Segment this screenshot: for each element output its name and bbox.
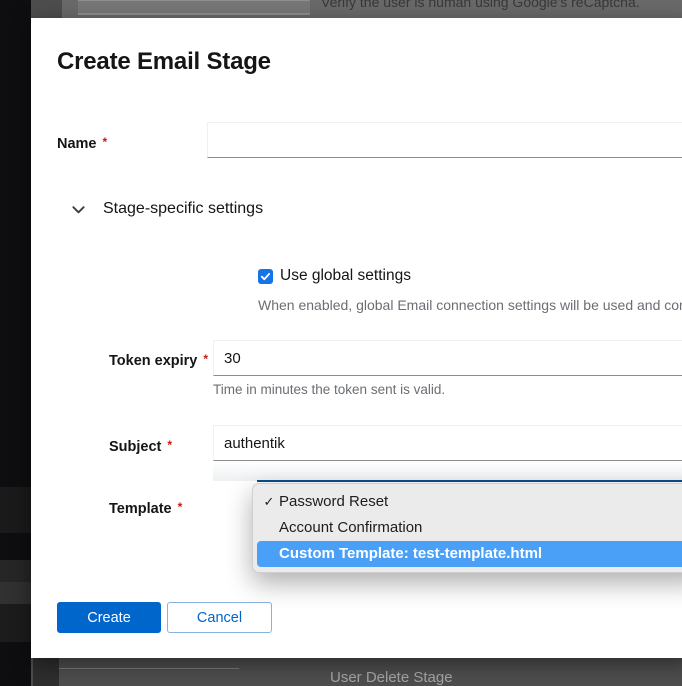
dimmed-description-text: Verify the user is human using Google's … <box>321 0 640 10</box>
cancel-button[interactable]: Cancel <box>167 602 272 633</box>
create-button[interactable]: Create <box>57 602 161 633</box>
dimmed-page-top: Verify the user is human using Google's … <box>31 0 682 18</box>
app-sidebar <box>0 0 31 686</box>
required-marker: * <box>103 135 108 149</box>
dimmed-table-border <box>59 668 239 669</box>
use-global-settings-label[interactable]: Use global settings <box>280 267 411 285</box>
template-select-focus-border <box>257 480 682 482</box>
create-email-stage-modal: Create Email Stage Name* Stage-specific … <box>31 18 682 658</box>
template-label: Template* <box>109 500 182 517</box>
sidebar-item-shadow <box>0 487 31 533</box>
token-expiry-label: Token expiry* <box>109 352 208 369</box>
token-expiry-help: Time in minutes the token sent is valid. <box>213 382 445 397</box>
dimmed-background-button <box>78 0 310 15</box>
selected-check-icon: ✓ <box>261 489 277 515</box>
modal-title: Create Email Stage <box>57 48 271 76</box>
use-global-settings-checkbox[interactable] <box>258 269 273 284</box>
required-marker: * <box>178 500 183 514</box>
name-input[interactable] <box>207 122 682 158</box>
template-select[interactable] <box>213 461 682 481</box>
subject-label: Subject* <box>109 438 172 455</box>
subject-input[interactable] <box>213 425 682 461</box>
dropdown-option-custom-template[interactable]: Custom Template: test-template.html <box>257 541 682 567</box>
required-marker: * <box>203 352 208 366</box>
token-expiry-input[interactable] <box>213 340 682 376</box>
use-global-settings-help: When enabled, global Email connection se… <box>258 297 682 313</box>
required-marker: * <box>167 438 172 452</box>
sidebar-item-shadow <box>0 582 31 604</box>
dropdown-option-password-reset[interactable]: ✓ Password Reset <box>257 489 682 515</box>
name-label: Name* <box>57 135 107 152</box>
stage-settings-toggle[interactable]: Stage-specific settings <box>71 196 263 222</box>
template-dropdown-menu: ✓ Password Reset Account Confirmation Cu… <box>252 483 682 573</box>
use-global-settings-row: Use global settings <box>258 267 411 285</box>
screen: Verify the user is human using Google's … <box>0 0 682 686</box>
dropdown-option-account-confirmation[interactable]: Account Confirmation <box>257 515 682 541</box>
chevron-down-icon <box>71 202 86 217</box>
check-icon <box>260 271 271 282</box>
sidebar-item-shadow <box>0 604 31 642</box>
dimmed-page-bottom: User Delete Stage <box>31 658 682 686</box>
dimmed-row-text: User Delete Stage <box>330 669 453 686</box>
stage-settings-label: Stage-specific settings <box>103 200 263 218</box>
sidebar-item-shadow <box>0 560 31 582</box>
dimmed-sidebar-edge <box>33 658 59 686</box>
